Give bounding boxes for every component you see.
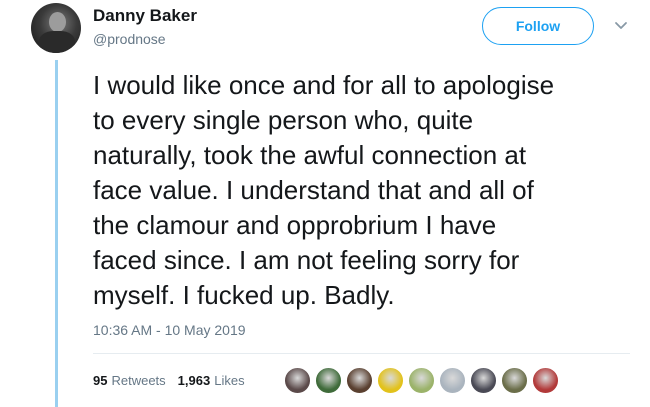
liker-avatar[interactable] (284, 367, 311, 394)
tweet-timestamp[interactable]: 10:36 AM - 10 May 2019 (93, 322, 246, 338)
avatar-face (49, 12, 66, 32)
liker-avatar[interactable] (439, 367, 466, 394)
likes-stat[interactable]: 1,963 Likes (178, 373, 245, 388)
liker-avatar[interactable] (501, 367, 528, 394)
thread-line (55, 60, 58, 407)
tweet-text: I would like once and for all to apologi… (93, 70, 555, 310)
retweets-stat[interactable]: 95 Retweets (93, 373, 166, 388)
follow-button[interactable]: Follow (482, 7, 594, 45)
retweets-label: Retweets (111, 373, 166, 388)
retweets-count: 95 (93, 373, 108, 388)
avatar-body (39, 31, 75, 53)
liker-avatar[interactable] (346, 367, 373, 394)
tweet-stats: 95 Retweets 1,963 Likes (93, 373, 257, 388)
chevron-down-icon[interactable] (613, 18, 629, 34)
liker-avatar[interactable] (532, 367, 559, 394)
screen-name[interactable]: @prodnose (93, 31, 166, 47)
likes-label: Likes (214, 373, 245, 388)
liker-avatar[interactable] (408, 367, 435, 394)
liker-avatar[interactable] (315, 367, 342, 394)
likes-count: 1,963 (177, 373, 211, 388)
liker-avatars (284, 367, 563, 394)
display-name[interactable]: Danny Baker (93, 6, 197, 26)
liker-avatar[interactable] (377, 367, 404, 394)
liker-avatar[interactable] (470, 367, 497, 394)
avatar[interactable] (31, 3, 81, 53)
divider (93, 353, 630, 354)
